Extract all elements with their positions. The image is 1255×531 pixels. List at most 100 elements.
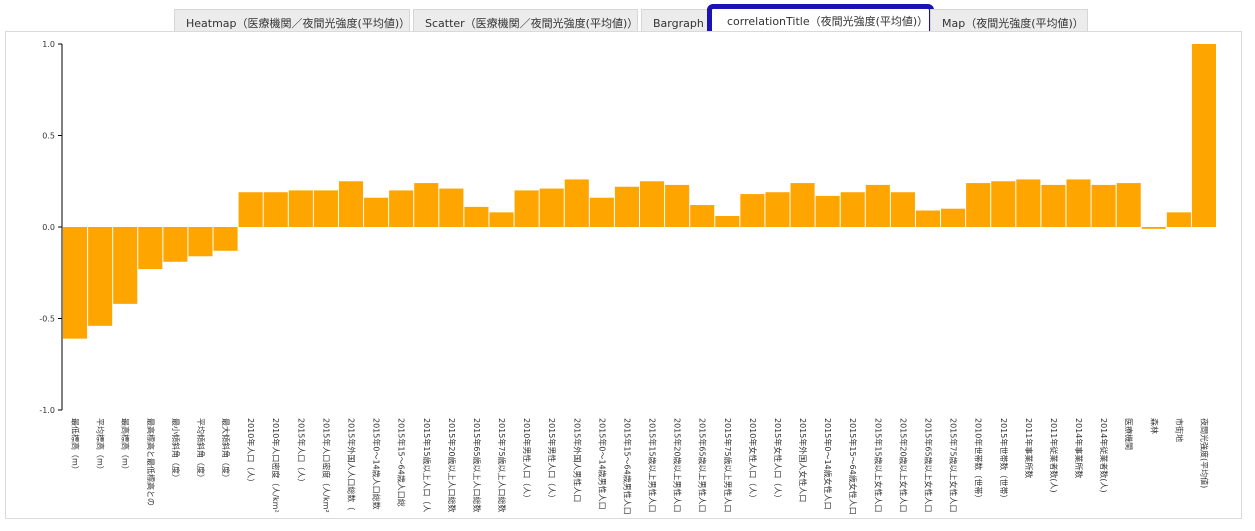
bar [715, 216, 740, 227]
x-tick-label: 2015年男性人口（人） [547, 418, 557, 502]
y-tick-label: 1.0 [42, 40, 55, 49]
bar [890, 192, 915, 227]
x-tick-label: 2015年15～64歳女性人口 [848, 418, 858, 515]
bar [865, 184, 890, 227]
bar [915, 210, 941, 227]
bar [88, 227, 113, 326]
bar [238, 192, 263, 227]
bar [1116, 183, 1141, 227]
bar [364, 197, 389, 227]
x-tick-label: 最高標高と最低標高との [146, 418, 156, 506]
x-tick-label: 2015年65歳以上人口総数 [472, 418, 482, 513]
bar [765, 192, 790, 227]
x-tick-label: 2014年従業者数(人) [1099, 418, 1109, 493]
x-tick-label: 2014年事業所数 [1074, 418, 1084, 478]
x-tick-label: 2015年15歳以上女性人口 [873, 418, 883, 513]
x-tick-label: 2015年20歳以上女性人口 [898, 418, 908, 513]
bar [539, 188, 564, 227]
correlation-bar-chart: -1.0-0.50.00.51.0 最低標高（m） 平均標高（m） 最高標高（m）最… [39, 40, 1216, 515]
y-tick-label: 0.0 [42, 223, 55, 232]
x-tick-label: 2015年女性人口（人） [773, 418, 783, 502]
bar [1091, 184, 1116, 227]
bar [514, 190, 539, 227]
x-tick-label: 2010年人口（人） [246, 418, 256, 486]
x-tick-label: 2015年15歳以上男性人口 [648, 418, 658, 513]
x-tick-label: 平均標高（m） [96, 418, 106, 474]
bar [113, 227, 138, 304]
bar [640, 181, 665, 227]
chart-panel: -1.0 -0.5 0.0 0.5 1.0 最低標高（m） 平均標高（m） 最高標高（m）最… [5, 31, 1242, 519]
y-tick-label: -1.0 [39, 406, 55, 415]
x-tick-label: 2015年人口（人） [296, 418, 306, 486]
bar [188, 227, 213, 257]
bar [213, 227, 238, 251]
bar [138, 227, 163, 270]
bar [690, 205, 715, 227]
x-tick-label: 医療機関 [1124, 418, 1134, 450]
y-tick-label: 0.5 [42, 132, 55, 141]
x-tick-label: 2015年外国人女性人口 [798, 418, 808, 502]
bar [389, 190, 414, 227]
x-tick-label: 2015年0～14歳女性人口 [823, 418, 833, 510]
bar [740, 194, 765, 227]
bar [414, 183, 439, 227]
bars-group [63, 44, 1216, 339]
x-tick-label: 2015年75歳以上男性人口 [723, 418, 733, 513]
bar [790, 183, 815, 227]
x-tick-label: 最大傾斜角（度） [221, 418, 231, 482]
x-tick-label: 2015年0～14歳男性人口 [597, 418, 607, 510]
x-tick-label: 2015年15～64歳男性人口 [622, 418, 632, 515]
bar [941, 208, 966, 227]
bar [991, 181, 1016, 227]
x-tick-label: 2015年外国人人口総数（ [347, 418, 357, 510]
bar [1166, 212, 1191, 227]
bar [263, 192, 288, 227]
x-tick-label: 2011年事業所数 [1024, 418, 1034, 478]
y-tick-label: -0.5 [39, 315, 55, 324]
bar [589, 197, 614, 227]
x-tick-label: 2015年0～14歳人口総数 [372, 418, 382, 510]
x-tick-label: 2015年65歳以上女性人口 [924, 418, 934, 513]
bar [63, 227, 88, 339]
x-tick-label: 2015年15～64歳人口総 [397, 418, 407, 507]
x-tick-label: 最小傾斜角（度） [171, 418, 181, 482]
y-axis: -1.0 -0.5 0.0 0.5 1.0 [39, 40, 63, 415]
bar [163, 227, 188, 262]
x-tick-label: 2010年世帯数（世帯） [974, 418, 984, 502]
x-tick-label: 森林 [1149, 418, 1159, 434]
x-tick-label: 2010年女性人口（人） [748, 418, 758, 502]
x-tick-label: 2015年20歳以上人口総数 [447, 418, 457, 513]
x-tick-label: 2015年外国人男性人口 [572, 418, 582, 502]
bar [288, 190, 313, 227]
x-tick-label: 2015年75歳以上女性人口 [949, 418, 959, 513]
x-tick-label: 2011年従業者数(人) [1049, 418, 1059, 493]
x-tick-label: 平均傾斜角（度） [196, 418, 206, 482]
bar [338, 181, 364, 227]
x-tick-label: 最高標高（m） [121, 418, 131, 474]
bar [439, 188, 464, 227]
bar [614, 186, 639, 227]
x-tick-label: 夜間光強度(平均値) [1199, 418, 1209, 488]
bar [313, 190, 338, 227]
x-tick-label: 2015年75歳以上人口総数 [497, 418, 507, 513]
x-tick-label: 2015年20歳以上男性人口 [673, 418, 683, 513]
bar [1041, 184, 1066, 227]
bar [464, 206, 489, 227]
x-tick-label: 2015年世帯数（世帯） [999, 418, 1009, 502]
bar [489, 212, 514, 227]
x-tick-label: 2010年男性人口（人） [522, 418, 532, 502]
bar [1191, 44, 1216, 227]
bar [564, 179, 589, 227]
x-tick-label: 2015年15歳以上人口（人 [422, 418, 432, 513]
bar [815, 195, 840, 227]
x-tick-label: 最低標高（m） [71, 418, 81, 474]
bar [1066, 179, 1091, 227]
bar [1016, 179, 1041, 227]
bar [840, 192, 865, 227]
x-tick-label: 2015年人口密度（人/km² [321, 418, 331, 513]
bar [966, 183, 991, 227]
x-axis-labels: 最低標高（m） 平均標高（m） 最高標高（m） 最高標高と最低標高との 最小傾斜角（度）… [71, 418, 1210, 515]
bar [665, 184, 690, 227]
x-tick-label: 市街地 [1174, 418, 1184, 442]
x-tick-label: 2010年人口密度（人/km² [271, 418, 281, 513]
